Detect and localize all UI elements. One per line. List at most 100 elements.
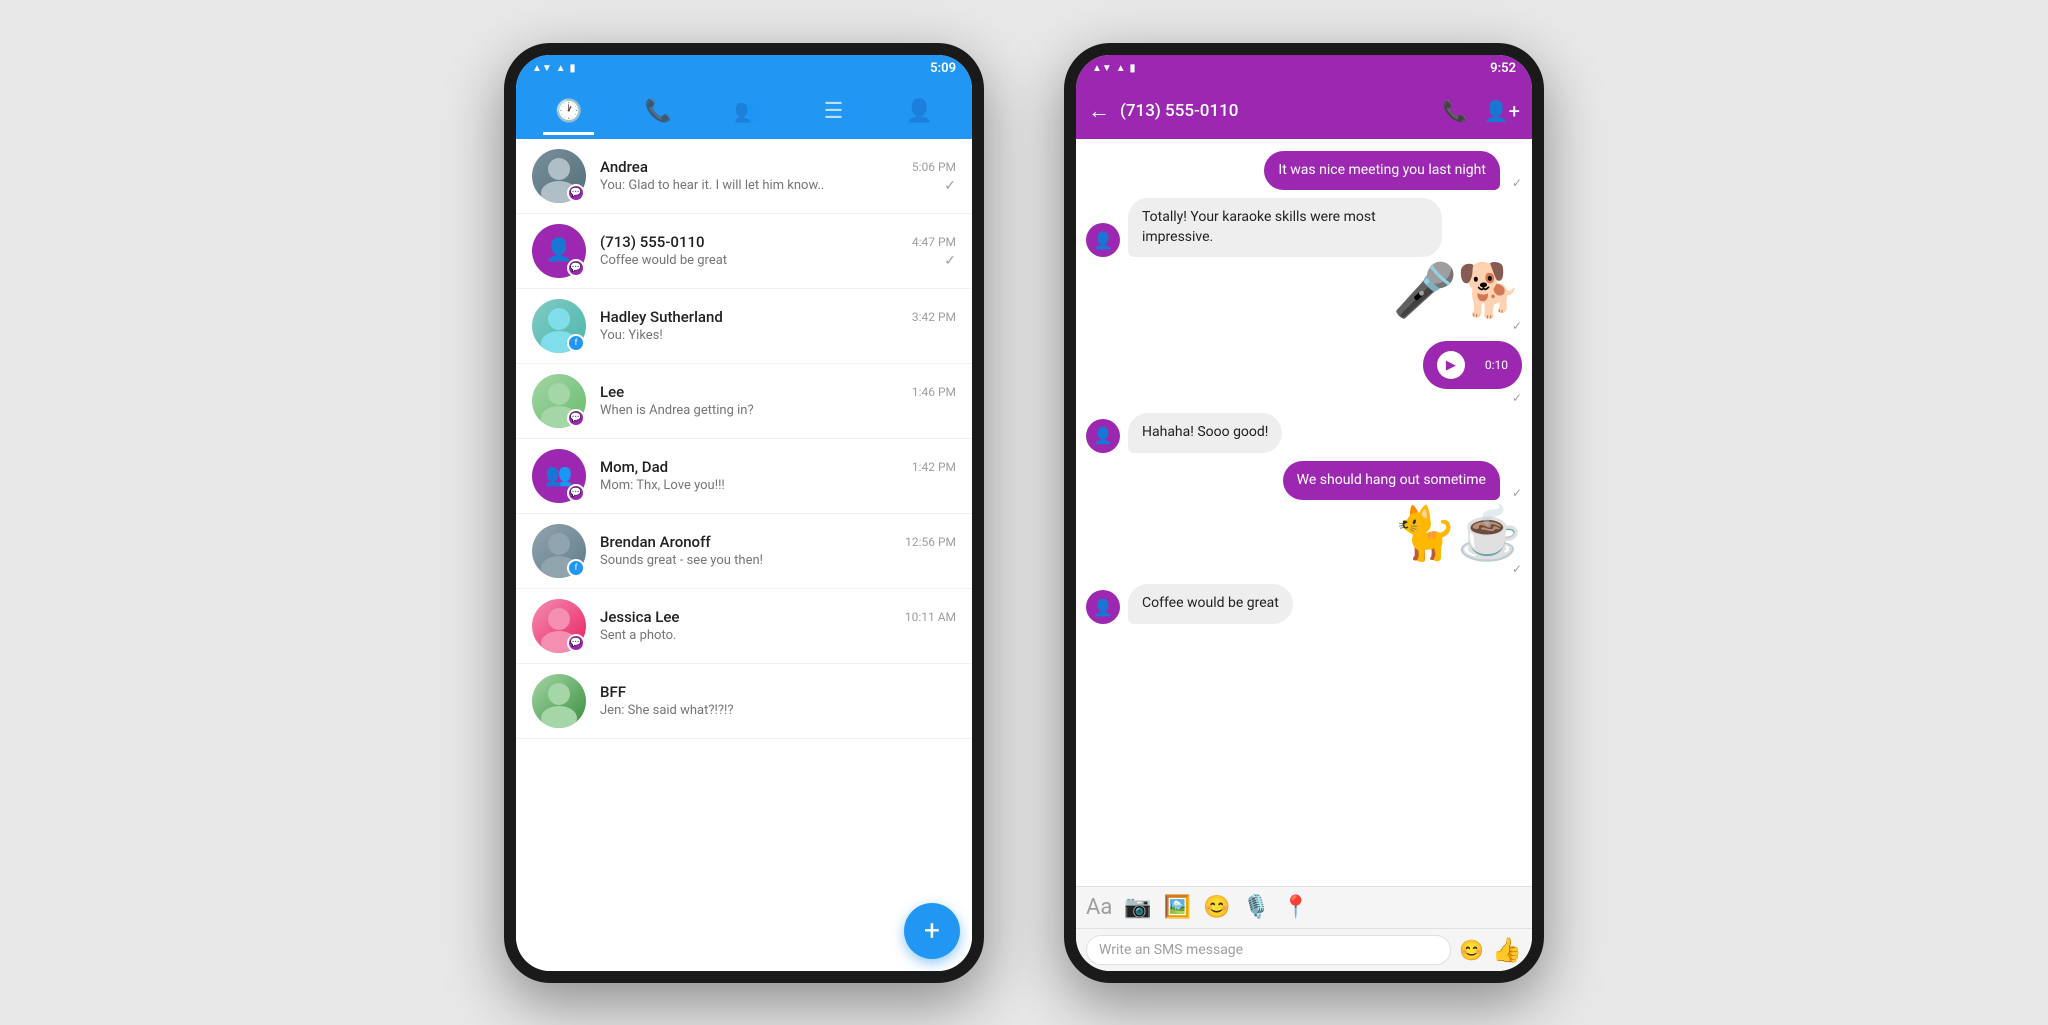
sms-input-field[interactable]: Write an SMS message [1086,935,1451,965]
chat-preview-momdad: Mom: Thx, Love you!!! [600,478,725,493]
chat-preview-lee: When is Andrea getting in? [600,403,754,418]
tab-contacts[interactable]: 👥 [722,91,773,135]
chat-time-713: 4:47 PM [912,235,956,249]
chat-time-brendan: 12:56 PM [905,535,956,549]
status-bar-phone1: ▲▼ ▲ ▮ 5:09 [516,55,972,83]
send-emoji-icon[interactable]: 😊 [1459,938,1484,962]
chat-item-andrea[interactable]: 💬 Andrea 5:06 PM You: Glad to hear it. I… [516,139,972,214]
chat-name-row-bff: BFF [600,683,956,701]
status-time-phone1: 5:09 [930,61,956,76]
phone-conversation: ▲▼ ▲ ▮ 9:52 ← (713) 555-0110 📞 👤+ [1064,43,1544,983]
status-bar-phone2: ▲▼ ▲ ▮ 9:52 [1076,55,1532,83]
chat-item-brendan[interactable]: f Brendan Aronoff 12:56 PM Sounds great … [516,514,972,589]
keyboard-icon[interactable]: Aa [1086,895,1112,920]
badge-brendan: f [567,559,585,577]
chat-info-jessica: Jessica Lee 10:11 AM Sent a photo. [600,608,956,643]
badge-momdad: 💬 [567,484,585,502]
avatar-wrap-momdad: 👥 💬 [532,449,586,503]
chat-name-momdad: Mom, Dad [600,458,668,476]
chat-item-jessica[interactable]: 💬 Jessica Lee 10:11 AM Sent a photo. [516,589,972,664]
chat-preview-bff: Jen: She said what?!?!? [600,703,734,718]
chat-name-lee: Lee [600,383,624,401]
avatar-wrap-andrea: 💬 [532,149,586,203]
chat-item-hadley[interactable]: f Hadley Sutherland 3:42 PM You: Yikes! [516,289,972,364]
sticker-karaoke: 🎤🐕 [1393,265,1523,317]
tab-calls[interactable]: 📞 [633,91,684,135]
tab-profile[interactable]: 👤 [894,91,945,135]
location-icon[interactable]: 📍 [1282,895,1309,920]
msg-row-voice: ▶ 0:10 ✓ [1086,341,1522,405]
action-icons: 📞 👤+ [1443,99,1520,123]
msg-row-5: We should hang out sometime ✓ [1086,461,1522,501]
chat-item-bff[interactable]: BFF Jen: She said what?!?!? [516,664,972,739]
chat-name-jessica: Jessica Lee [600,608,679,626]
image-icon[interactable]: 🖼️ [1164,895,1191,920]
chat-name-hadley: Hadley Sutherland [600,308,723,326]
chat-item-momdad[interactable]: 👥 💬 Mom, Dad 1:42 PM Mom: Thx, Love you!… [516,439,972,514]
chat-name-row-andrea: Andrea 5:06 PM [600,158,956,176]
messages-area: It was nice meeting you last night ✓ 👤 T… [1076,139,1532,886]
fab-compose[interactable]: + [904,903,960,959]
bubble-received-4: Hahaha! Sooo good! [1128,413,1282,453]
chat-name-bff: BFF [600,683,626,701]
status-time-phone2: 9:52 [1490,61,1516,76]
sticker-coffee: 🐈☕ [1393,508,1523,560]
chat-time-hadley: 3:42 PM [912,310,956,324]
phone2-screen: ▲▼ ▲ ▮ 9:52 ← (713) 555-0110 📞 👤+ [1076,55,1532,971]
chat-info-hadley: Hadley Sutherland 3:42 PM You: Yikes! [600,308,956,343]
msg-check-0: ✓ [1512,176,1522,190]
avatar-wrap-hadley: f [532,299,586,353]
chat-name-row-713: (713) 555-0110 4:47 PM [600,233,956,251]
avatar-wrap-bff [532,674,586,728]
status-icons-phone2: ▲▼ ▲ ▮ [1092,63,1135,74]
chat-check-andrea: ✓ [944,178,956,194]
chat-time-lee: 1:46 PM [912,385,956,399]
voice-check: ✓ [1512,391,1522,405]
chat-list: 💬 Andrea 5:06 PM You: Glad to hear it. I… [516,139,972,971]
bubble-received-1: Totally! Your karaoke skills were most i… [1128,198,1442,257]
chat-preview-andrea: You: Glad to hear it. I will let him kno… [600,178,824,193]
chat-check-713: ✓ [944,253,956,269]
emoji-icon[interactable]: 😊 [1203,895,1230,920]
badge-jessica: 💬 [567,634,585,652]
chat-preview-row-brendan: Sounds great - see you then! [600,553,956,568]
bubble-received-7: Coffee would be great [1128,584,1293,624]
sticker-check-2: ✓ [1512,562,1522,576]
chat-preview-row-andrea: You: Glad to hear it. I will let him kno… [600,178,956,194]
chat-preview-row-momdad: Mom: Thx, Love you!!! [600,478,956,493]
chat-preview-brendan: Sounds great - see you then! [600,553,763,568]
wifi-icon-p2: ▲▼ [1092,63,1112,74]
chat-info-momdad: Mom, Dad 1:42 PM Mom: Thx, Love you!!! [600,458,956,493]
camera-icon[interactable]: 📷 [1124,895,1151,920]
msg-row-sticker-2: 🐈☕ ✓ [1086,508,1522,576]
chat-name-row-jessica: Jessica Lee 10:11 AM [600,608,956,626]
wifi-icon: ▲▼ [532,63,552,74]
tab-menu[interactable]: ☰ [812,91,856,135]
sticker-check-1: ✓ [1512,319,1522,333]
battery-icon-p2: ▮ [1130,63,1136,74]
avatar-bff [532,674,586,728]
back-button[interactable]: ← [1088,98,1110,124]
chat-info-andrea: Andrea 5:06 PM You: Glad to hear it. I w… [600,158,956,194]
add-contact-icon[interactable]: 👤+ [1484,99,1520,123]
avatar-person-icon: 👤 [545,238,572,263]
call-icon[interactable]: 📞 [1443,99,1468,123]
msg-avatar-1: 👤 [1086,223,1120,257]
chat-item-713[interactable]: 👤 💬 (713) 555-0110 4:47 PM Coffee would … [516,214,972,289]
chat-info-bff: BFF Jen: She said what?!?!? [600,683,956,718]
tab-recents[interactable]: 🕐 [543,91,594,135]
bubble-sent-5: We should hang out sometime [1283,461,1500,501]
input-bar: Aa 📷 🖼️ 😊 🎙️ 📍 [1076,886,1532,928]
msg-check-5: ✓ [1512,486,1522,500]
voice-play-button[interactable]: ▶ [1437,351,1465,379]
battery-icon: ▮ [570,63,576,74]
avatar-wrap-lee: 💬 [532,374,586,428]
thumbs-up-icon[interactable]: 👍 [1492,936,1522,964]
chat-name-row-brendan: Brendan Aronoff 12:56 PM [600,533,956,551]
badge-lee: 💬 [567,409,585,427]
chat-preview-hadley: You: Yikes! [600,328,663,343]
voice-bubble[interactable]: ▶ 0:10 [1423,341,1522,389]
badge-andrea: 💬 [567,184,585,202]
mic-icon[interactable]: 🎙️ [1243,895,1270,920]
chat-item-lee[interactable]: 💬 Lee 1:46 PM When is Andrea getting in? [516,364,972,439]
